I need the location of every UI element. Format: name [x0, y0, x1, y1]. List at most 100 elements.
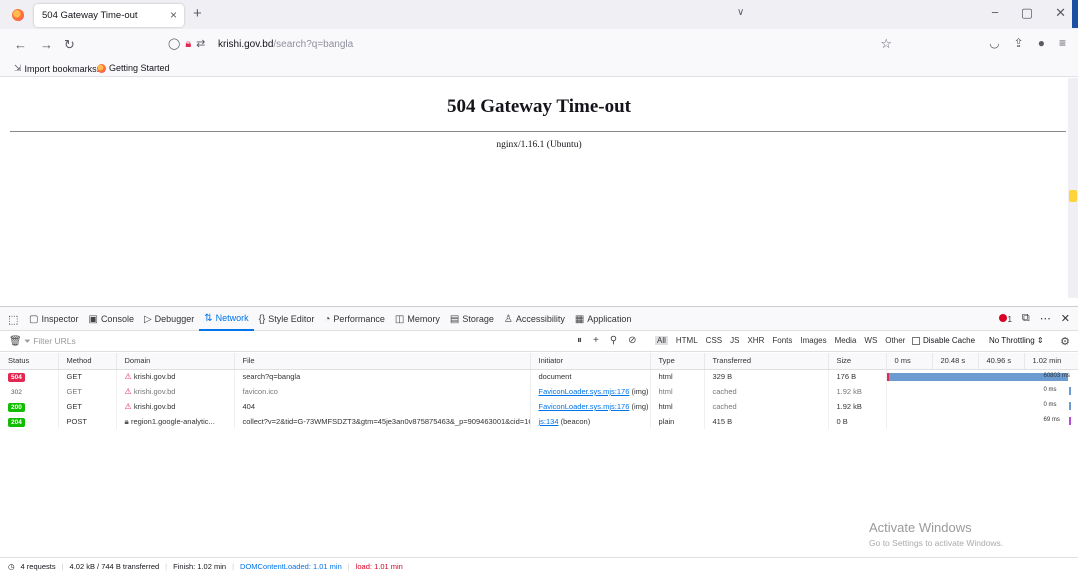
waterfall-cell: 60803 ms — [886, 369, 1078, 384]
minimize-icon[interactable]: − — [991, 5, 999, 21]
maximize-icon[interactable]: ▢ — [1021, 5, 1033, 21]
tab-console[interactable]: ▣ Console — [83, 307, 138, 331]
domain-cell: ⚠︎ krishi.gov.bd — [116, 384, 235, 399]
more-options-icon[interactable]: ⋯ — [1040, 312, 1051, 325]
filter-html[interactable]: HTML — [676, 336, 698, 345]
size-cell: 1.92 kB — [828, 399, 887, 414]
extensions-icon[interactable]: ⇪ — [1014, 36, 1024, 50]
dock-icon[interactable]: ⧉ — [1022, 312, 1030, 325]
tab-style-editor[interactable]: {} Style Editor — [254, 307, 320, 331]
tab-close-icon[interactable]: × — [170, 8, 177, 22]
initiator-link[interactable]: FaviconLoader.sys.mjs:176 — [539, 387, 630, 396]
filter-media[interactable]: Media — [835, 336, 857, 345]
browser-tab[interactable]: 504 Gateway Time-out × — [34, 4, 184, 27]
filter-all[interactable]: All — [655, 336, 668, 345]
close-window-icon[interactable]: ✕ — [1055, 5, 1066, 21]
tab-storage[interactable]: ▤ Storage — [445, 307, 499, 331]
transferred-cell: cached — [704, 399, 829, 414]
menu-icon[interactable]: ≡ — [1059, 36, 1066, 50]
status-cell: 504 — [0, 369, 59, 384]
column-header[interactable]: File — [234, 353, 531, 370]
table-header: Status Method Domain File Initiator Type Trans… — [0, 353, 1078, 370]
url-text[interactable]: krishi.gov.bd/search?q=bangla — [218, 39, 353, 50]
initiator-cause: (img) — [629, 402, 649, 411]
back-arrow-icon[interactable]: ← — [14, 37, 27, 52]
filter-images[interactable]: Images — [800, 336, 826, 345]
search-icon[interactable]: ⚲ — [610, 335, 617, 346]
page-scrollbar[interactable] — [1068, 78, 1078, 298]
size-cell: 1.92 kB — [828, 384, 887, 399]
new-tab-button[interactable]: + — [193, 5, 202, 22]
table-row[interactable]: 302 GET ⚠︎ krishi.gov.bd favicon.ico Favicon… — [0, 384, 1078, 399]
column-header[interactable]: 40.96 s — [978, 353, 1025, 370]
storage-icon: ▤ — [449, 313, 460, 325]
column-header[interactable]: 1.02 min — [1024, 353, 1078, 370]
pocket-icon[interactable]: ◡ — [989, 36, 999, 50]
add-icon[interactable]: + — [593, 335, 599, 346]
tab-performance[interactable]: ◔ Performance — [319, 307, 390, 331]
filter-css[interactable]: CSS — [706, 336, 722, 345]
table-row[interactable]: 204 POST 🔒︎ region1.google-analytic... coll… — [0, 414, 1078, 429]
initiator-link[interactable]: FaviconLoader.sys.mjs:176 — [539, 402, 630, 411]
tab-accessibility[interactable]: ♙ Accessibility — [499, 307, 570, 331]
tab-network[interactable]: ⇅ Network — [199, 307, 254, 331]
firefox-icon — [97, 63, 106, 73]
pause-icon[interactable]: ⏸︎ — [577, 335, 582, 346]
timing-bar — [886, 372, 1068, 381]
filter-placeholder: Filter URLs — [33, 336, 76, 346]
bookmark-star-icon[interactable]: ☆ — [880, 36, 892, 52]
column-header[interactable]: Transferred — [704, 353, 829, 370]
trash-icon[interactable]: 🗑︎ — [9, 336, 22, 347]
file-cell: favicon.ico — [234, 384, 531, 399]
reload-icon[interactable]: ↻ — [64, 37, 75, 53]
checkbox-box[interactable] — [912, 336, 920, 345]
waterfall-cell: 0 ms — [886, 384, 1078, 399]
size-cell: 0 B — [828, 414, 887, 429]
disable-cache-checkbox[interactable]: Disable Cache — [912, 336, 975, 345]
url-bar[interactable]: ◯🔒︎⇄ krishi.gov.bd/search?q=bangla ☆ — [160, 33, 898, 56]
bookmark-import[interactable]: ⇲ Import bookmarks... — [14, 63, 104, 74]
filter-xhr[interactable]: XHR — [747, 336, 764, 345]
tab-application[interactable]: ▦ Application — [570, 307, 636, 331]
filter-other[interactable]: Other — [885, 336, 905, 345]
column-header[interactable]: 0 ms — [886, 353, 933, 370]
memory-icon: ◫ — [394, 313, 405, 325]
account-icon[interactable]: ● — [1038, 36, 1045, 50]
throttling-select[interactable]: No Throttling ⇕ — [989, 336, 1044, 345]
initiator-link[interactable]: js:134 — [539, 417, 559, 426]
table-row[interactable]: 200 GET ⚠︎ krishi.gov.bd 404 FaviconLoader.s… — [0, 399, 1078, 414]
column-header[interactable]: Size — [828, 353, 887, 370]
status-badge: 504 — [8, 372, 25, 382]
column-header[interactable]: Method — [58, 353, 117, 370]
bookmark-getting-started[interactable]: Getting Started — [97, 63, 170, 73]
filter-urls-input[interactable]: ⏷ Filter URLs — [24, 336, 76, 347]
tabs-list-icon[interactable]: ∨ — [737, 7, 744, 18]
table-row[interactable]: 504 GET ⚠︎ krishi.gov.bd search?q=bangla doc… — [0, 369, 1078, 384]
forward-arrow-icon[interactable]: → — [40, 37, 53, 52]
filter-ws[interactable]: WS — [864, 336, 877, 345]
column-header[interactable]: 20.48 s — [932, 353, 979, 370]
tab-memory[interactable]: ◫ Memory — [390, 307, 445, 331]
column-header[interactable]: Initiator — [530, 353, 651, 370]
column-header[interactable]: Status — [0, 353, 59, 370]
type-cell: html — [650, 399, 705, 414]
firefox-icon[interactable] — [12, 9, 24, 21]
column-header[interactable]: Domain — [116, 353, 235, 370]
url-security-icons[interactable]: ◯🔒︎⇄ — [168, 37, 210, 51]
tab-debugger[interactable]: ▷ Debugger — [139, 307, 199, 331]
tab-label: Performance — [333, 314, 385, 324]
file-cell: 404 — [234, 399, 531, 414]
timing-bar — [1068, 402, 1071, 410]
element-picker-icon[interactable]: ⬚ — [8, 313, 18, 326]
close-devtools-icon[interactable]: ✕ — [1061, 312, 1070, 325]
filter-js[interactable]: JS — [730, 336, 739, 345]
gear-icon[interactable]: ⚙︎ — [1060, 335, 1070, 348]
column-header[interactable]: Type — [650, 353, 705, 370]
block-icon[interactable]: ⊘ — [628, 335, 636, 346]
reload-icon[interactable]: ◷ — [8, 562, 15, 571]
tab-label: Application — [587, 314, 632, 324]
insecure-lock-icon[interactable]: 🔒︎ — [185, 38, 196, 50]
error-indicator[interactable]: 1 — [999, 313, 1012, 325]
filter-fonts[interactable]: Fonts — [772, 336, 792, 345]
tab-inspector[interactable]: ▢ Inspector — [24, 307, 83, 331]
